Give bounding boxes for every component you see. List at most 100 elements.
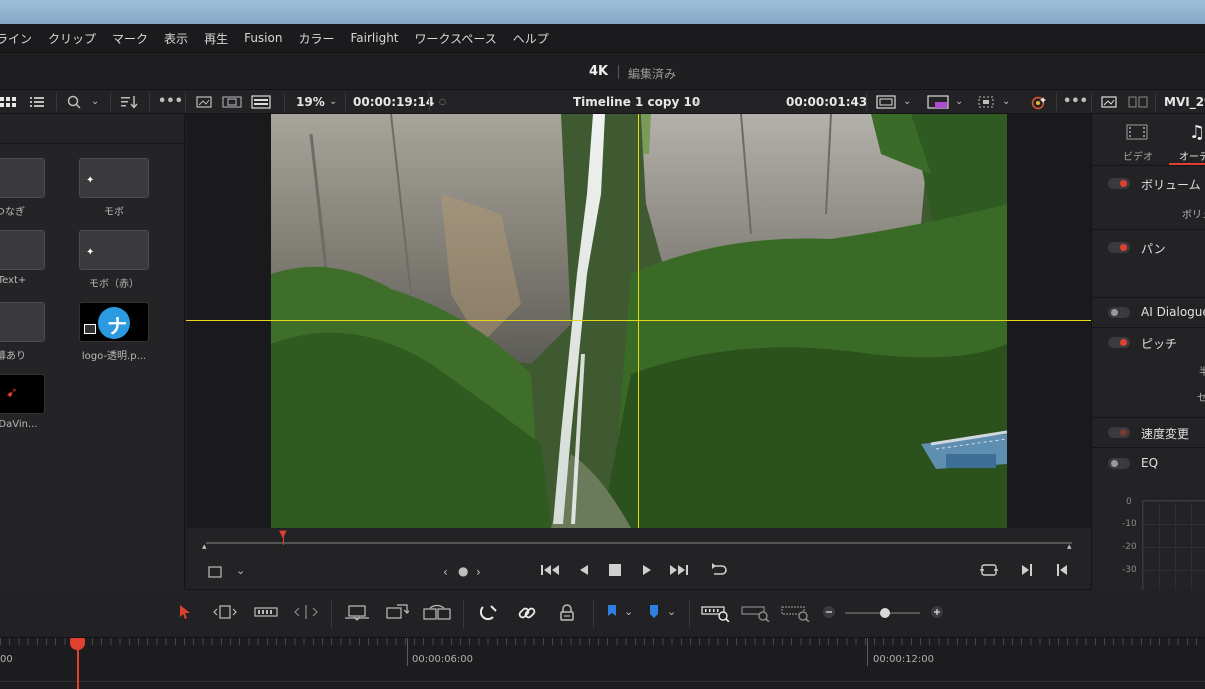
- zoom-full-icon[interactable]: [701, 604, 731, 625]
- project-status: 編集済み: [628, 67, 677, 81]
- menu-playback[interactable]: 再生: [196, 30, 236, 47]
- jog-right-icon[interactable]: ›: [476, 565, 481, 579]
- speed-toggle[interactable]: [1108, 427, 1130, 438]
- menu-fairlight[interactable]: Fairlight: [342, 31, 406, 45]
- tab-video[interactable]: ビデオ: [1123, 148, 1153, 163]
- match-frame-icon[interactable]: [979, 563, 999, 581]
- play-icon[interactable]: [641, 563, 653, 581]
- chevron-down-icon[interactable]: ⌄: [1002, 95, 1010, 109]
- timeline-view-icon[interactable]: [251, 95, 271, 113]
- mark-out-icon[interactable]: [1055, 563, 1069, 581]
- inspector-image-icon[interactable]: [1101, 95, 1117, 113]
- clip-thumbnail[interactable]: ✦: [79, 158, 149, 198]
- scrubber-track[interactable]: [206, 542, 1072, 544]
- marker-icon[interactable]: [648, 604, 660, 623]
- chevron-down-icon[interactable]: ⌄: [624, 604, 633, 620]
- chevron-down-icon[interactable]: ⌄: [903, 95, 911, 109]
- clip-thumbnail[interactable]: [0, 158, 45, 198]
- eq-toggle[interactable]: [1108, 458, 1130, 469]
- clip-thumbnail[interactable]: [0, 302, 45, 342]
- menu-color[interactable]: カラー: [290, 30, 342, 47]
- play-reverse-icon[interactable]: [578, 563, 590, 581]
- viewer-mode-icon[interactable]: [207, 565, 223, 583]
- jog-left-icon[interactable]: ‹: [443, 565, 448, 579]
- clip-thumbnail[interactable]: [0, 230, 45, 270]
- overwrite-clip-icon[interactable]: [385, 604, 411, 625]
- inspector-pitch-section: ピッチ 半 セ: [1092, 328, 1205, 418]
- inspector-tabs: ビデオ ♫ オーデ: [1092, 114, 1205, 166]
- stop-icon[interactable]: [608, 563, 622, 581]
- loop-icon[interactable]: [707, 562, 729, 582]
- chevron-down-icon[interactable]: ⌄: [236, 564, 245, 577]
- zoom-chevron-icon[interactable]: ⌄: [329, 95, 337, 109]
- timeline-chevron-icon[interactable]: ⌄: [693, 95, 701, 109]
- snapping-icon[interactable]: [478, 604, 498, 625]
- clip-thumbnail[interactable]: ナ: [79, 302, 149, 342]
- selection-tool-icon[interactable]: [178, 604, 192, 623]
- linked-selection-icon[interactable]: [517, 604, 537, 625]
- source-timecode[interactable]: 00:00:19:14: [353, 95, 434, 109]
- timeline-ruler[interactable]: [0, 638, 1205, 682]
- pan-toggle[interactable]: [1108, 242, 1130, 253]
- more-options-icon[interactable]: •••: [158, 95, 183, 109]
- chevron-down-icon[interactable]: ⌄: [667, 604, 676, 620]
- out-marker-icon[interactable]: ▴: [1067, 542, 1072, 552]
- timeline[interactable]: 00 00:00:06:00 00:00:12:00: [0, 638, 1205, 689]
- video-frame[interactable]: [271, 114, 1007, 528]
- menu-workspace[interactable]: ワークスペース: [407, 30, 505, 47]
- video-tab-icon[interactable]: [1126, 124, 1148, 143]
- eq-graph[interactable]: [1142, 500, 1205, 590]
- list-view-icon[interactable]: [30, 95, 44, 113]
- tab-audio[interactable]: オーデ: [1179, 148, 1205, 163]
- menu-help[interactable]: ヘルプ: [505, 30, 557, 47]
- menu-mark[interactable]: マーク: [104, 30, 156, 47]
- image-view-icon[interactable]: [196, 95, 212, 113]
- magic-mask-icon[interactable]: [1030, 95, 1048, 115]
- blade-tool-icon[interactable]: [292, 604, 320, 623]
- clip-thumbnail[interactable]: ➹: [0, 374, 45, 414]
- volume-toggle[interactable]: [1108, 178, 1130, 189]
- search-icon[interactable]: [67, 95, 83, 113]
- timeline-playhead[interactable]: [77, 638, 79, 689]
- fx-bypass-icon[interactable]: [927, 95, 949, 113]
- chevron-down-icon[interactable]: ⌄: [91, 95, 99, 109]
- toolbar-divider: [185, 93, 186, 111]
- insert-clip-icon[interactable]: [343, 604, 371, 625]
- in-marker-icon[interactable]: ▴: [202, 542, 210, 552]
- flag-icon[interactable]: [606, 604, 618, 623]
- zoom-level[interactable]: 19%: [296, 95, 325, 109]
- toolbar-divider: [110, 93, 111, 111]
- more-options-icon[interactable]: •••: [1063, 95, 1088, 109]
- menu-timeline[interactable]: ライン: [0, 30, 40, 47]
- sort-icon[interactable]: [121, 95, 139, 113]
- zoom-out-icon[interactable]: [822, 605, 836, 622]
- inspector-split-icon[interactable]: [1128, 95, 1148, 113]
- mark-in-icon[interactable]: [1020, 563, 1034, 581]
- audio-tab-icon[interactable]: ♫: [1189, 122, 1205, 143]
- ai-dialogue-toggle[interactable]: [1108, 307, 1130, 318]
- fit-frame-icon[interactable]: [876, 95, 896, 113]
- dynamic-trim-icon[interactable]: [253, 604, 279, 623]
- viewer-toolbar: ⌄ ••• 19% ⌄ 00:00:19:14 ○ Timeline 1 cop…: [0, 90, 1205, 114]
- menu-fusion[interactable]: Fusion: [236, 31, 290, 45]
- go-to-end-icon[interactable]: [669, 563, 689, 581]
- replace-clip-icon[interactable]: [422, 604, 452, 625]
- clip-thumbnail[interactable]: ✦: [79, 230, 149, 270]
- inspector-eq-section: EQ 0 -10 -20 -30: [1092, 448, 1205, 590]
- filmstrip-icon[interactable]: [222, 95, 242, 113]
- timeline-name[interactable]: Timeline 1 copy 10: [573, 95, 700, 109]
- position-lock-icon[interactable]: [558, 604, 576, 625]
- go-to-start-icon[interactable]: [540, 563, 560, 581]
- chevron-down-icon[interactable]: ⌄: [955, 95, 963, 109]
- overlay-icon[interactable]: [976, 95, 996, 113]
- jog-dot-icon[interactable]: ●: [458, 564, 468, 578]
- trim-tool-icon[interactable]: [211, 604, 239, 623]
- menu-view[interactable]: 表示: [156, 30, 196, 47]
- zoom-detail-icon[interactable]: [741, 604, 771, 625]
- zoom-slider-handle[interactable]: [880, 608, 890, 618]
- menu-clip[interactable]: クリップ: [40, 30, 104, 47]
- pitch-toggle[interactable]: [1108, 337, 1130, 348]
- zoom-custom-icon[interactable]: [781, 604, 811, 625]
- zoom-in-icon[interactable]: [930, 605, 944, 622]
- grid-view-icon[interactable]: [0, 95, 18, 113]
